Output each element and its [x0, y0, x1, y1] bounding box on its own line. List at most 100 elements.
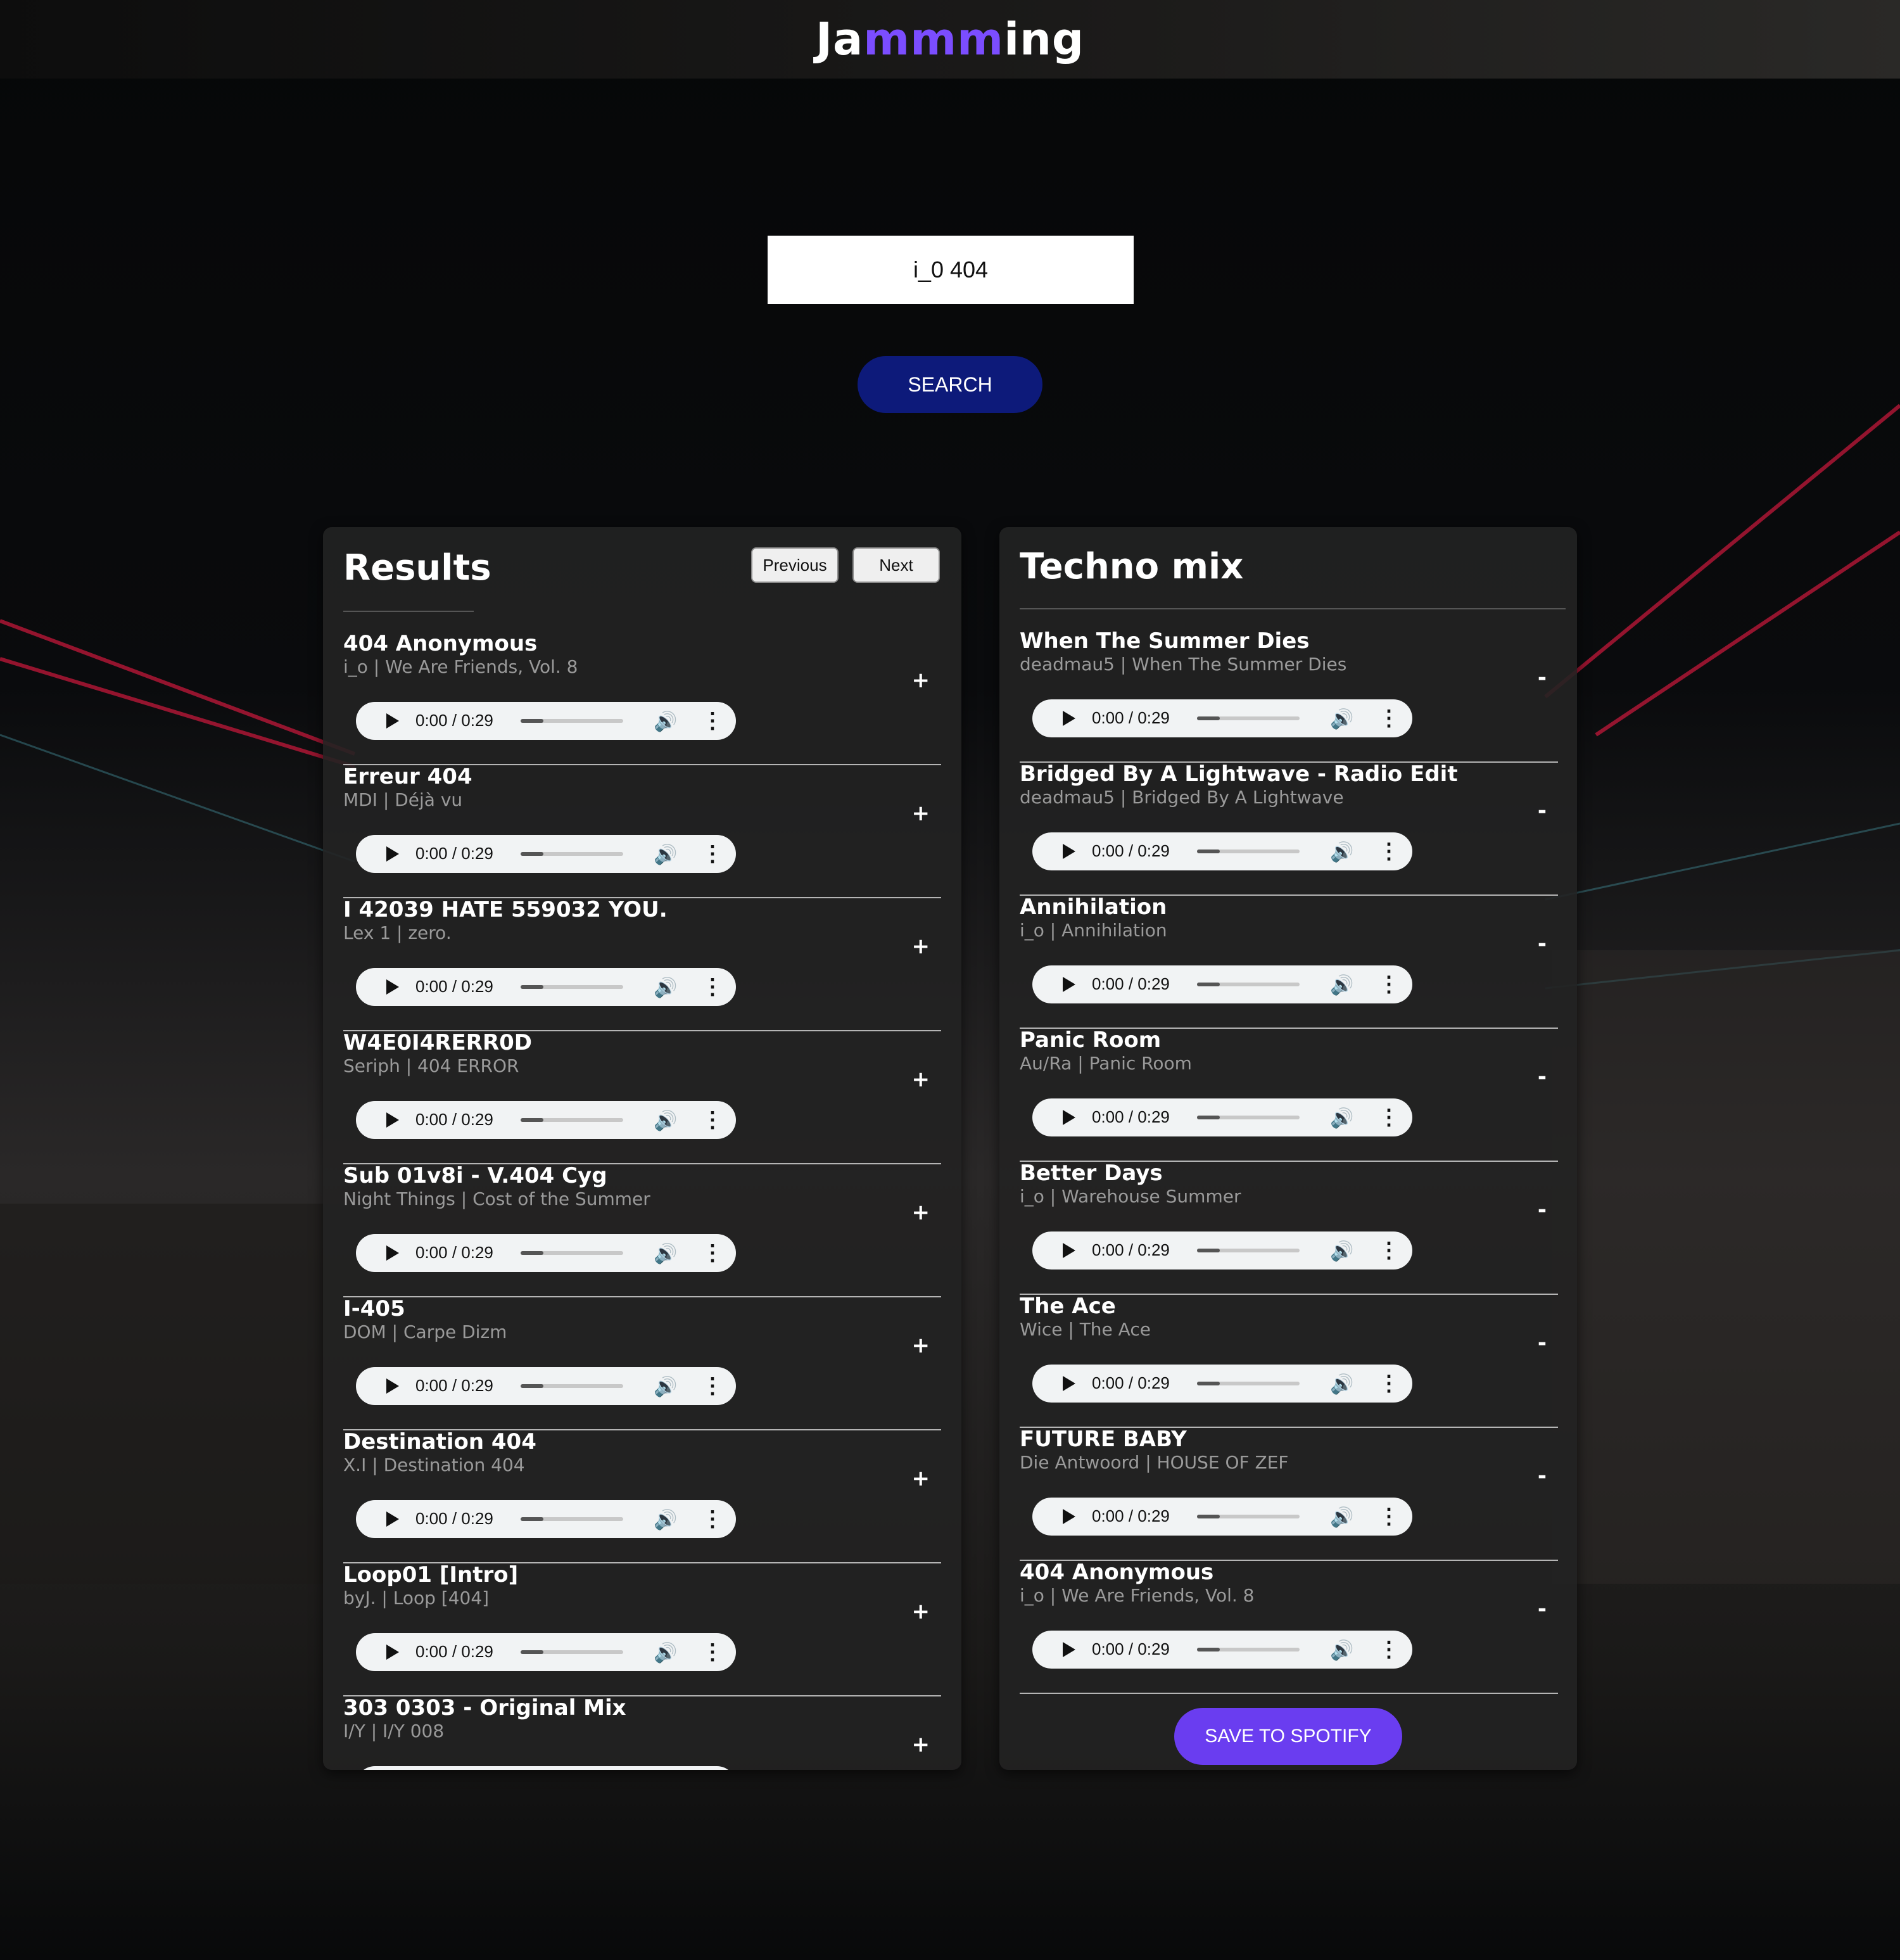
- audio-preview-player[interactable]: 0:00 / 0:29🔊⋮: [356, 1101, 736, 1139]
- audio-preview-player[interactable]: 0:00 / 0:29🔊⋮: [1032, 1498, 1412, 1536]
- remove-track-button[interactable]: -: [1538, 1596, 1547, 1622]
- add-track-button[interactable]: +: [912, 801, 930, 826]
- remove-track-button[interactable]: -: [1538, 798, 1547, 824]
- audio-preview-player[interactable]: 0:00 / 0:29🔊⋮: [356, 968, 736, 1006]
- audio-progress-bar[interactable]: [1197, 1249, 1300, 1252]
- more-options-icon[interactable]: ⋮: [702, 974, 723, 1000]
- audio-preview-player[interactable]: 0:00 / 0:29🔊⋮: [1032, 699, 1412, 737]
- play-icon[interactable]: [386, 1511, 399, 1527]
- remove-track-button[interactable]: -: [1538, 1064, 1547, 1090]
- audio-progress-bar[interactable]: [1197, 1116, 1300, 1119]
- volume-icon[interactable]: 🔊: [1330, 974, 1353, 996]
- more-options-icon[interactable]: ⋮: [702, 708, 723, 734]
- add-track-button[interactable]: +: [912, 934, 930, 959]
- volume-icon[interactable]: 🔊: [1330, 841, 1353, 863]
- audio-progress-bar[interactable]: [1197, 1382, 1300, 1385]
- more-options-icon[interactable]: ⋮: [1378, 1504, 1400, 1529]
- search-input[interactable]: [768, 236, 1134, 304]
- volume-icon[interactable]: 🔊: [654, 844, 677, 866]
- volume-icon[interactable]: 🔊: [654, 977, 677, 999]
- volume-icon[interactable]: 🔊: [654, 1642, 677, 1664]
- play-icon[interactable]: [386, 713, 399, 729]
- audio-preview-player[interactable]: 0:00 / 0:29🔊⋮: [1032, 1365, 1412, 1403]
- more-options-icon[interactable]: ⋮: [1378, 1371, 1400, 1396]
- more-options-icon[interactable]: ⋮: [1378, 1238, 1400, 1263]
- remove-track-button[interactable]: -: [1538, 931, 1547, 957]
- volume-icon[interactable]: 🔊: [654, 1509, 677, 1531]
- save-to-spotify-button[interactable]: SAVE TO SPOTIFY: [1174, 1708, 1402, 1765]
- audio-progress-bar[interactable]: [1197, 716, 1300, 720]
- audio-progress-bar[interactable]: [1197, 1648, 1300, 1651]
- audio-preview-player[interactable]: 0:00 / 0:29🔊⋮: [1032, 832, 1412, 870]
- audio-progress-bar[interactable]: [1197, 850, 1300, 853]
- remove-track-button[interactable]: -: [1538, 1197, 1547, 1223]
- audio-preview-player[interactable]: 0:00 / 0:29🔊⋮: [1032, 1231, 1412, 1270]
- add-track-button[interactable]: +: [912, 1067, 930, 1092]
- more-options-icon[interactable]: ⋮: [1378, 972, 1400, 997]
- play-icon[interactable]: [1063, 1243, 1075, 1258]
- previous-button[interactable]: Previous: [751, 547, 839, 583]
- volume-icon[interactable]: 🔊: [1330, 708, 1353, 730]
- add-track-button[interactable]: +: [912, 668, 930, 693]
- audio-progress-bar[interactable]: [521, 1251, 623, 1255]
- more-options-icon[interactable]: ⋮: [702, 1240, 723, 1266]
- play-icon[interactable]: [1063, 977, 1075, 992]
- audio-preview-player[interactable]: 0:00 / 0:29🔊⋮: [356, 1633, 736, 1671]
- play-icon[interactable]: [1063, 1509, 1075, 1524]
- audio-progress-bar[interactable]: [521, 1384, 623, 1388]
- more-options-icon[interactable]: ⋮: [702, 1107, 723, 1133]
- audio-progress-bar[interactable]: [521, 852, 623, 856]
- more-options-icon[interactable]: ⋮: [702, 1506, 723, 1532]
- play-icon[interactable]: [1063, 844, 1075, 859]
- volume-icon[interactable]: 🔊: [654, 1110, 677, 1132]
- more-options-icon[interactable]: ⋮: [702, 1373, 723, 1399]
- add-track-button[interactable]: +: [912, 1466, 930, 1491]
- remove-track-button[interactable]: -: [1538, 1330, 1547, 1356]
- play-icon[interactable]: [1063, 1376, 1075, 1391]
- play-icon[interactable]: [386, 1112, 399, 1128]
- audio-preview-player[interactable]: 0:00 / 0:29🔊⋮: [1032, 1098, 1412, 1136]
- add-track-button[interactable]: +: [912, 1200, 930, 1225]
- more-options-icon[interactable]: ⋮: [702, 1639, 723, 1665]
- audio-progress-bar[interactable]: [1197, 983, 1300, 986]
- playlist-title[interactable]: Techno mix: [1020, 546, 1243, 587]
- audio-preview-player[interactable]: 0:00 / 0:29🔊⋮: [356, 702, 736, 740]
- volume-icon[interactable]: 🔊: [1330, 1373, 1353, 1396]
- audio-progress-bar[interactable]: [521, 1650, 623, 1654]
- audio-progress-bar[interactable]: [521, 1118, 623, 1122]
- play-icon[interactable]: [386, 1645, 399, 1660]
- audio-preview-player[interactable]: 0:00 / 0:29🔊⋮: [1032, 965, 1412, 1003]
- more-options-icon[interactable]: ⋮: [702, 841, 723, 867]
- audio-preview-player[interactable]: 0:00 / 0:29🔊⋮: [356, 1500, 736, 1538]
- play-icon[interactable]: [386, 1378, 399, 1394]
- volume-icon[interactable]: 🔊: [1330, 1639, 1353, 1662]
- add-track-button[interactable]: +: [912, 1599, 930, 1624]
- play-icon[interactable]: [1063, 711, 1075, 726]
- more-options-icon[interactable]: ⋮: [1378, 839, 1400, 864]
- audio-progress-bar[interactable]: [1197, 1515, 1300, 1518]
- next-button[interactable]: Next: [852, 547, 940, 583]
- play-icon[interactable]: [1063, 1642, 1075, 1657]
- more-options-icon[interactable]: ⋮: [1378, 706, 1400, 731]
- play-icon[interactable]: [1063, 1110, 1075, 1125]
- audio-progress-bar[interactable]: [521, 1517, 623, 1521]
- audio-preview-player[interactable]: 0:00 / 0:29🔊⋮: [356, 1766, 736, 1770]
- more-options-icon[interactable]: ⋮: [1378, 1637, 1400, 1662]
- more-options-icon[interactable]: ⋮: [1378, 1105, 1400, 1130]
- audio-preview-player[interactable]: 0:00 / 0:29🔊⋮: [1032, 1631, 1412, 1669]
- add-track-button[interactable]: +: [912, 1732, 930, 1757]
- play-icon[interactable]: [386, 979, 399, 995]
- volume-icon[interactable]: 🔊: [1330, 1107, 1353, 1130]
- volume-icon[interactable]: 🔊: [654, 1376, 677, 1398]
- play-icon[interactable]: [386, 1245, 399, 1261]
- audio-preview-player[interactable]: 0:00 / 0:29🔊⋮: [356, 835, 736, 873]
- audio-preview-player[interactable]: 0:00 / 0:29🔊⋮: [356, 1234, 736, 1272]
- search-button[interactable]: SEARCH: [858, 356, 1042, 413]
- audio-progress-bar[interactable]: [521, 985, 623, 989]
- add-track-button[interactable]: +: [912, 1333, 930, 1358]
- audio-progress-bar[interactable]: [521, 719, 623, 723]
- audio-preview-player[interactable]: 0:00 / 0:29🔊⋮: [356, 1367, 736, 1405]
- volume-icon[interactable]: 🔊: [1330, 1240, 1353, 1263]
- volume-icon[interactable]: 🔊: [1330, 1506, 1353, 1529]
- remove-track-button[interactable]: -: [1538, 665, 1547, 690]
